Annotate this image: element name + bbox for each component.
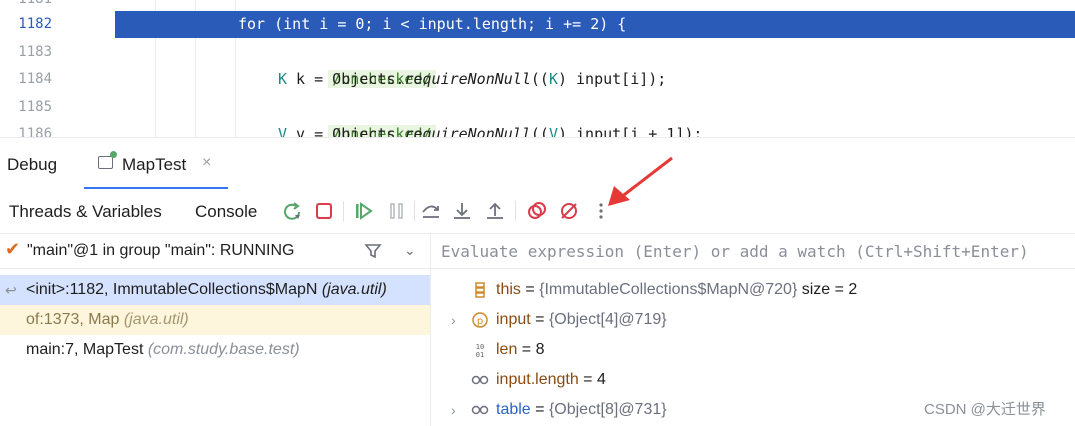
return-arrow-icon: ↩ [5,282,17,298]
line-number: 1186 [18,126,52,137]
tab-console[interactable]: Console [195,202,257,222]
frames-panel: ✔ "main"@1 in group "main": RUNNING ⌄ ↩ … [0,234,431,426]
line-number: 1182 [18,16,52,32]
tool-window-title: Debug [7,155,58,174]
variable-row[interactable]: › p input = {Object[4]@719} [431,305,1075,335]
check-icon: ✔ [5,239,21,259]
pause-icon[interactable] [386,200,408,222]
watermark: CSDN @大迁世界 [924,401,1046,418]
watch-icon [471,405,489,415]
step-into-icon[interactable] [451,200,473,222]
run-config-icon [98,151,117,169]
stop-icon[interactable] [313,200,335,222]
debug-tool-window-header: Debug MapTest × [0,137,1075,190]
stack-frame[interactable]: of:1373, Map (java.util) [0,305,430,335]
code-text: K k = Objects.requireNonNull((K) input[i… [278,70,667,88]
toolbar-separator [414,201,415,221]
chevron-right-icon[interactable]: › [451,305,456,335]
evaluate-expression-input[interactable]: Evaluate expression (Enter) or add a wat… [431,234,1075,269]
close-icon[interactable]: × [202,154,211,172]
resume-icon[interactable] [353,200,375,222]
variable-row[interactable]: 10 01 len = 8 [431,335,1075,365]
execution-line: 1182 for (int i = 0; i < input.length; i… [0,11,1075,38]
toolbar-separator [515,201,516,221]
line-number: 1185 [18,99,52,115]
svg-text:01: 01 [476,351,484,359]
line-number: 1183 [18,44,52,60]
code-editor[interactable]: 1181 1182 for (int i = 0; i < input.leng… [0,0,1075,137]
session-tab-maptest[interactable]: MapTest × [84,138,228,190]
code-text: V v = Objects.requireNonNull((V) input[i… [278,125,703,137]
svg-text:p: p [477,316,483,327]
rerun-icon[interactable] [281,200,303,222]
step-over-icon[interactable] [420,200,442,222]
parameter-icon: p [472,312,488,328]
thread-label: "main"@1 in group "main": RUNNING [27,242,295,259]
stack-frame[interactable]: ↩ <init>:1182, ImmutableCollections$MapN… [0,275,430,305]
view-breakpoints-icon[interactable] [525,200,547,222]
line-number: 1184 [18,71,52,87]
tab-threads-variables[interactable]: Threads & Variables [9,202,162,222]
code-line: 1185 /unchecked/ [0,94,1075,137]
primitive-icon: 1001 [476,343,484,359]
code-line: 1184 K k = Objects.requireNonNull((K) in… [0,66,1075,93]
filter-icon[interactable] [364,242,382,260]
variable-row[interactable]: this = {ImmutableCollections$MapN@720} s… [431,275,1075,305]
code-text: for (int i = 0; i < input.length; i += 2… [238,15,627,33]
code-line: 1183 /unchecked/ [0,39,1075,88]
chevron-right-icon[interactable]: › [451,395,456,425]
code-line: 1186 V v = Objects.requireNonNull((V) in… [0,121,1075,137]
mute-breakpoints-icon[interactable] [558,200,580,222]
stack-frame[interactable]: main:7, MapTest (com.study.base.test) [0,335,430,365]
svg-text:10: 10 [476,343,484,351]
object-icon [475,282,485,298]
session-tab-label: MapTest [122,155,187,174]
annotation-arrow-icon [608,156,673,206]
chevron-down-icon[interactable]: ⌄ [404,242,416,259]
watch-icon [471,375,489,385]
variable-row[interactable]: input.length = 4 [431,365,1075,395]
toolbar-separator [343,201,344,221]
step-out-icon[interactable] [484,200,506,222]
debug-toolbar: Threads & Variables Console [0,189,1075,234]
thread-selector[interactable]: ✔ "main"@1 in group "main": RUNNING ⌄ [0,234,430,269]
